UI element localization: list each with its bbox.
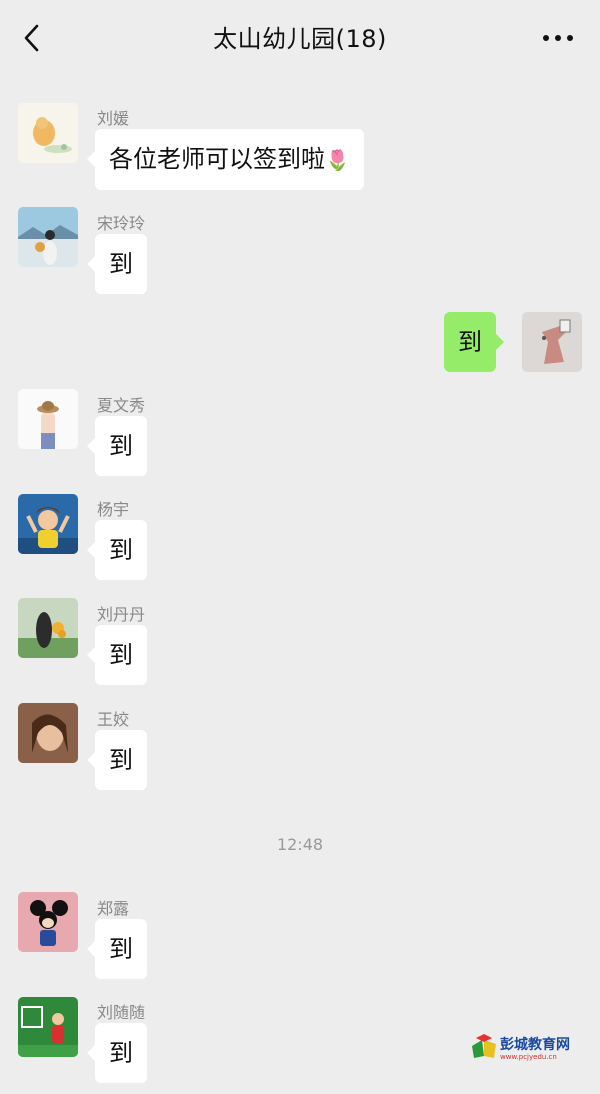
avatar-zheng-lu[interactable] <box>18 892 78 952</box>
avatar-self[interactable] <box>522 312 582 372</box>
message-bubble[interactable]: 各位老师可以签到啦🌷 <box>87 129 364 190</box>
message-bubble[interactable]: 到 <box>87 730 147 790</box>
sender-name: 夏文秀 <box>97 396 146 415</box>
chat-header: 太山幼儿园(18) <box>0 0 600 76</box>
chat-title: 太山幼儿园(18) <box>213 25 387 53</box>
avatar-song-lingling[interactable] <box>18 207 78 267</box>
message-bubble[interactable]: 到 <box>87 520 147 580</box>
message-text: 各位老师可以签到啦 <box>109 145 325 173</box>
sender-name: 杨宇 <box>97 500 130 519</box>
message-bubble[interactable]: 到 <box>87 919 147 979</box>
my-message-bubble[interactable]: 到 <box>444 312 504 372</box>
avatar-xia-wenxiu[interactable] <box>18 389 78 449</box>
message-bubble[interactable]: 到 <box>87 234 147 294</box>
sender-name: 刘丹丹 <box>97 605 146 624</box>
sender-name: 郑露 <box>97 899 130 918</box>
more-options-button[interactable] <box>538 25 578 51</box>
avatar-yang-yu[interactable] <box>18 494 78 554</box>
sender-name: 刘媛 <box>97 109 130 128</box>
sender-name: 宋玲玲 <box>97 214 146 233</box>
message-bubble[interactable]: 到 <box>87 625 147 685</box>
avatar-wang-jiao[interactable] <box>18 703 78 763</box>
timestamp: 12:48 <box>276 835 324 854</box>
sender-name: 王姣 <box>97 710 130 729</box>
more-dots-icon <box>543 35 573 41</box>
avatar-liu-suisui[interactable] <box>18 997 78 1057</box>
message-bubble[interactable]: 到 <box>87 416 147 476</box>
watermark-name: 彭城教育网 <box>500 1036 570 1053</box>
watermark-url: www.pcjyedu.cn <box>500 1053 557 1061</box>
watermark-logo: 彭城教育网 www.pcjyedu.cn <box>470 1032 586 1062</box>
tulip-emoji: 🌷 <box>325 148 350 172</box>
message-bubble[interactable]: 到 <box>87 1023 147 1083</box>
avatar-liu-yuan[interactable] <box>18 103 78 163</box>
sender-name: 刘随随 <box>97 1003 146 1022</box>
avatar-liu-dandan[interactable] <box>18 598 78 658</box>
